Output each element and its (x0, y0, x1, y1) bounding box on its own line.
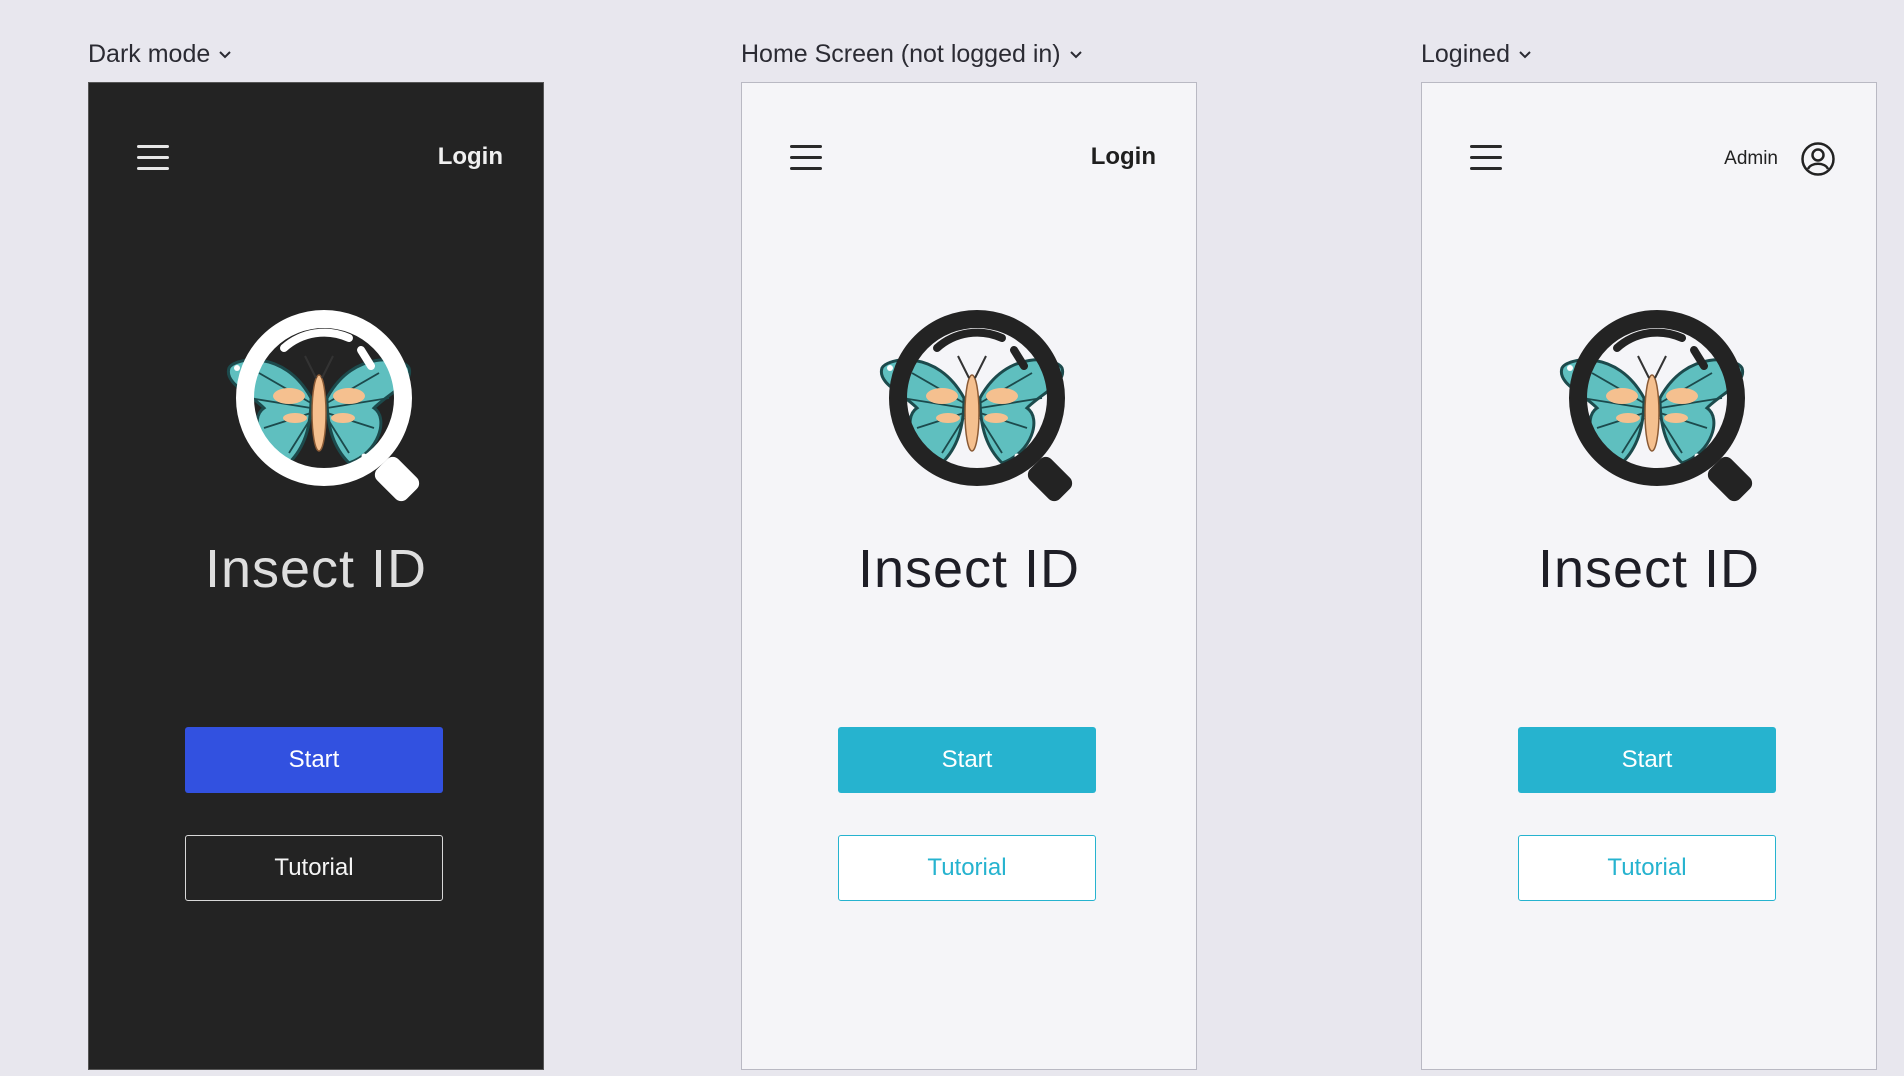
phone-screen: Admin Insect ID Start Tutorial (1421, 82, 1877, 1070)
frame-label-text: Home Screen (not logged in) (741, 40, 1061, 68)
butterfly-magnifier-logo (1559, 310, 1753, 502)
frame-label-text: Logined (1421, 40, 1510, 68)
frame-label[interactable]: Home Screen (not logged in) (741, 40, 1085, 69)
frame-label-text: Dark mode (88, 40, 211, 68)
start-button[interactable]: Start (838, 727, 1096, 793)
start-button[interactable]: Start (185, 727, 443, 793)
butterfly-magnifier-logo (879, 310, 1073, 502)
tutorial-button[interactable]: Tutorial (838, 835, 1096, 901)
menu-icon[interactable] (137, 145, 169, 171)
frame-label[interactable]: Logined (1421, 40, 1534, 69)
tutorial-button[interactable]: Tutorial (185, 835, 443, 901)
frame-label[interactable]: Dark mode (88, 40, 234, 69)
login-link[interactable]: Login (1091, 143, 1156, 171)
menu-icon[interactable] (790, 145, 822, 171)
user-avatar-icon[interactable] (1800, 141, 1836, 177)
app-title: Insect ID (857, 539, 1081, 599)
phone-screen: Login Insect ID Start Tutorial (88, 82, 544, 1070)
user-menu[interactable]: Admin (1724, 141, 1836, 177)
tutorial-button[interactable]: Tutorial (1518, 835, 1776, 901)
phone-screen: Login Insect ID Start Tutorial (741, 82, 1197, 1070)
start-button[interactable]: Start (1518, 727, 1776, 793)
chevron-down-icon (1519, 50, 1531, 58)
app-title: Insect ID (1537, 539, 1761, 599)
app-title: Insect ID (204, 539, 428, 599)
menu-icon[interactable] (1470, 145, 1502, 171)
chevron-down-icon (219, 50, 231, 58)
chevron-down-icon (1069, 50, 1082, 58)
butterfly-magnifier-logo (226, 310, 420, 502)
login-link[interactable]: Login (438, 143, 503, 171)
user-name: Admin (1724, 148, 1778, 169)
